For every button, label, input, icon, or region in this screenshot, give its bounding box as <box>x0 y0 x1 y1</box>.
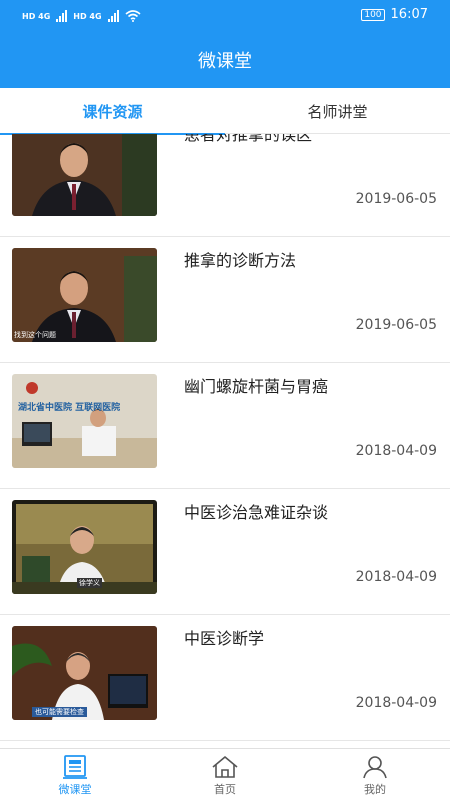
news-icon <box>63 755 87 779</box>
course-title: 中医诊断学 <box>184 629 265 648</box>
battery-icon: 100 <box>361 8 385 21</box>
signal-icon-2 <box>107 10 119 22</box>
course-list[interactable]: 患者对推拿的误区 2019-06-05 找到这个问题 推拿的诊断方法 2019-… <box>0 134 450 748</box>
course-thumbnail: 也可能需要检查 <box>12 626 157 720</box>
tab-label: 课件资源 <box>82 102 143 121</box>
user-icon <box>363 756 387 779</box>
tab-bar: 课件资源 名师讲堂 <box>0 88 450 135</box>
network-type-2: HD 4G <box>73 11 102 21</box>
tab-famous-teachers[interactable]: 名师讲堂 <box>225 88 450 134</box>
wifi-icon <box>125 10 141 22</box>
list-item[interactable]: 也可能需要检查 中医诊断学 2018-04-09 <box>0 615 450 741</box>
course-thumbnail <box>12 134 157 216</box>
list-item[interactable]: 患者对推拿的误区 2019-06-05 <box>0 134 450 237</box>
course-thumbnail: 徐学义 <box>12 500 157 594</box>
list-item[interactable]: 湖北省中医院 互联网医院 幽门螺旋杆菌与胃癌 2018-04-09 <box>0 363 450 489</box>
signal-icon <box>56 10 68 22</box>
course-date: 2019-06-05 <box>355 317 437 333</box>
nav-item-home[interactable]: 首页 <box>150 749 300 801</box>
thumb-caption: 找到这个问题 <box>14 331 56 339</box>
clock: 16:07 <box>390 7 428 22</box>
course-thumbnail: 湖北省中医院 互联网医院 <box>12 374 157 468</box>
nav-item-microclass[interactable]: 微课堂 <box>0 749 150 801</box>
status-bar: HD 4G HD 4G 100 16:07 <box>0 0 450 32</box>
home-icon <box>212 756 238 778</box>
nav-item-mine[interactable]: 我的 <box>300 749 450 801</box>
course-title: 幽门螺旋杆菌与胃癌 <box>184 377 329 396</box>
list-item[interactable]: 找到这个问题 推拿的诊断方法 2019-06-05 <box>0 237 450 363</box>
list-item[interactable]: 徐学义 中医诊治急难证杂谈 2018-04-09 <box>0 489 450 615</box>
course-title: 中医诊治急难证杂谈 <box>184 503 329 522</box>
thumb-caption: 也可能需要检查 <box>32 707 87 717</box>
course-date: 2018-04-09 <box>355 695 437 711</box>
course-date: 2019-06-05 <box>355 191 437 207</box>
thumb-caption: 徐学义 <box>77 578 102 588</box>
tab-label: 名师讲堂 <box>307 102 368 121</box>
course-date: 2018-04-09 <box>355 569 437 585</box>
course-date: 2018-04-09 <box>355 443 437 459</box>
app-header: 微课堂 <box>0 32 450 88</box>
page-title: 微课堂 <box>198 51 252 72</box>
nav-label: 微课堂 <box>58 783 92 796</box>
course-title: 患者对推拿的误区 <box>184 134 313 144</box>
tab-courseware[interactable]: 课件资源 <box>0 88 225 135</box>
nav-label: 首页 <box>214 783 236 796</box>
course-thumbnail: 找到这个问题 <box>12 248 157 342</box>
course-title: 推拿的诊断方法 <box>184 251 297 270</box>
network-type-1: HD 4G <box>22 11 51 21</box>
nav-label: 我的 <box>364 783 386 796</box>
status-indicators: HD 4G HD 4G <box>22 6 141 26</box>
bottom-nav: 微课堂 首页 我的 <box>0 748 450 800</box>
thumb-caption: 湖北省中医院 互联网医院 <box>18 403 121 413</box>
